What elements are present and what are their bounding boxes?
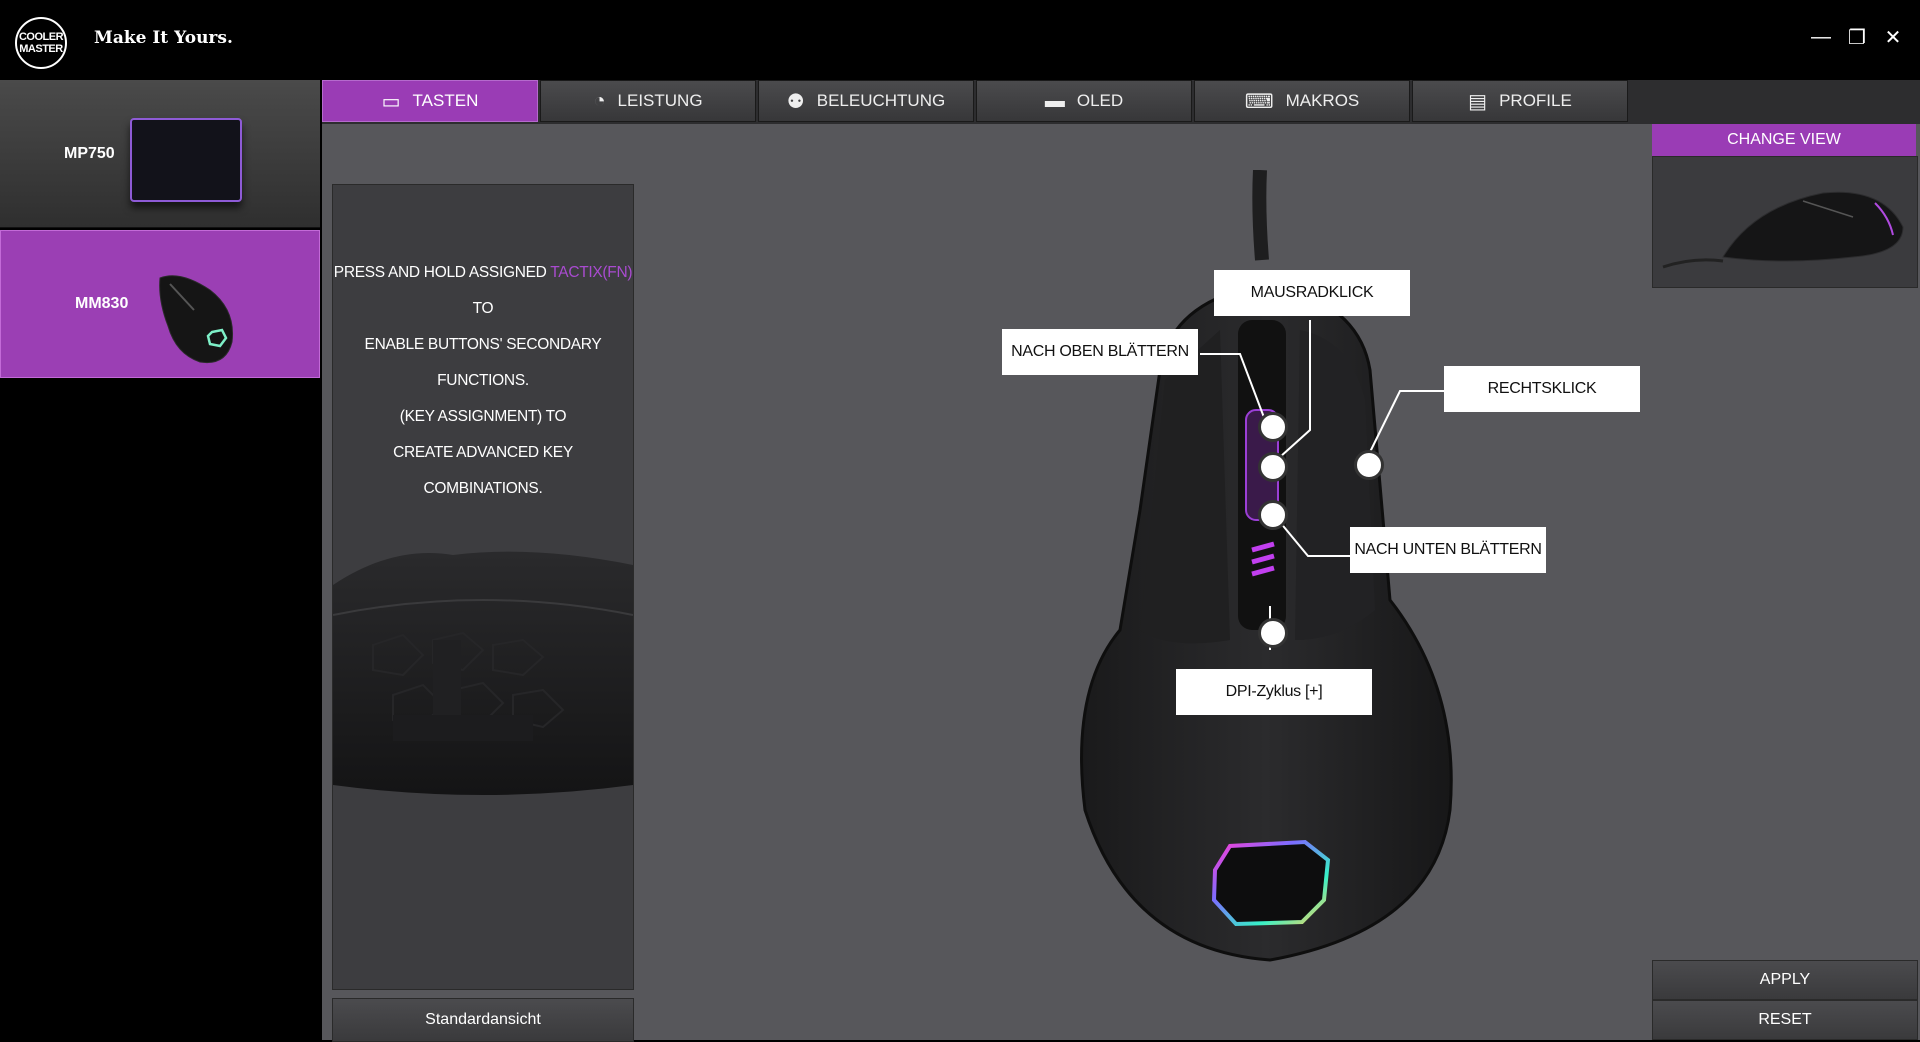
dpi-cycle-label[interactable]: DPI-Zyklus [+] [1176, 669, 1372, 715]
mouse-side-image [333, 551, 633, 795]
tab-leistung[interactable]: ◔ LEISTUNG [540, 80, 756, 122]
mouse-icon: ▭ [381, 90, 401, 113]
title-bar [0, 0, 1920, 80]
wheel-click-hotspot[interactable] [1258, 452, 1288, 482]
tab-label: BELEUCHTUNG [816, 91, 946, 110]
scroll-down-label[interactable]: NACH UNTEN BLÄTTERN [1350, 527, 1546, 573]
bulb-icon: ⚉ [786, 90, 805, 113]
tab-profile[interactable]: ▤ PROFILE [1412, 80, 1628, 122]
restore-button[interactable]: ❐ [1842, 22, 1872, 52]
gauge-icon: ◔ [593, 89, 606, 112]
tab-label: LEISTUNG [617, 91, 703, 110]
apply-button[interactable]: APPLY [1652, 960, 1918, 1000]
info-text: PRESS AND HOLD ASSIGNED TACTIX(FN) TO EN… [333, 255, 633, 507]
tab-tasten[interactable]: ▭ TASTEN [322, 80, 538, 122]
tab-label: PROFILE [1499, 91, 1572, 110]
tab-label: OLED [1076, 91, 1124, 110]
tab-oled[interactable]: ▬ OLED [976, 80, 1192, 122]
info-line-3: (KEY ASSIGNMENT) TO [399, 408, 567, 425]
scroll-up-label[interactable]: NACH OBEN BLÄTTERN [1002, 329, 1198, 375]
logo-line-2: MASTER [19, 43, 63, 55]
tactix-highlight: TACTIX(FN) [550, 264, 633, 281]
app-tagline: Make It Yours. [94, 28, 233, 48]
cooler-master-logo: COOLER MASTER [15, 17, 67, 69]
minimize-icon: — [1811, 25, 1831, 48]
minimize-button[interactable]: — [1806, 22, 1836, 52]
scroll-up-hotspot[interactable] [1258, 412, 1288, 442]
tab-label: MAKROS [1285, 91, 1360, 110]
default-view-button[interactable]: Standardansicht [332, 998, 634, 1042]
right-click-label[interactable]: RECHTSKLICK [1444, 366, 1640, 412]
info-line-4: CREATE ADVANCED KEY COMBINATIONS. [393, 444, 573, 497]
reset-button[interactable]: RESET [1652, 1000, 1918, 1040]
tab-beleuchtung[interactable]: ⚉ BELEUCHTUNG [758, 80, 974, 122]
tab-bar: ▭ TASTEN ◔ LEISTUNG ⚉ BELEUCHTUNG ▬ OLED… [322, 80, 1920, 124]
close-button[interactable]: ✕ [1878, 22, 1908, 52]
view-thumbnail[interactable] [1652, 156, 1918, 288]
device-sidebar: MP750 MM830 [0, 80, 320, 1040]
device-label: MP750 [64, 144, 115, 162]
tab-makros[interactable]: ⌨ MAKROS [1194, 80, 1410, 122]
info-line-1: PRESS AND HOLD ASSIGNED TACTIX(FN) TO [333, 264, 633, 317]
mouse-side-thumbnail [1662, 191, 1904, 269]
logo-line-1: COOLER [18, 31, 64, 43]
oled-icon: ▬ [1044, 89, 1065, 112]
mouse-thumbnail-image [159, 275, 234, 364]
mousepad-image [130, 118, 242, 202]
macro-icon: ⌨ [1244, 90, 1274, 113]
right-click-hotspot[interactable] [1354, 450, 1384, 480]
info-line-2: ENABLE BUTTONS' SECONDARY FUNCTIONS. [364, 336, 602, 389]
close-icon: ✕ [1884, 26, 1902, 49]
wheel-click-label[interactable]: MAUSRADKLICK [1214, 270, 1410, 316]
profile-icon: ▤ [1468, 90, 1488, 113]
tab-label: TASTEN [412, 91, 479, 110]
scroll-down-hotspot[interactable] [1258, 500, 1288, 530]
dpi-cycle-hotspot[interactable] [1258, 618, 1288, 648]
info-panel: PRESS AND HOLD ASSIGNED TACTIX(FN) TO EN… [332, 184, 634, 990]
device-label: MM830 [75, 295, 129, 312]
restore-icon: ❐ [1848, 26, 1866, 49]
change-view-header[interactable]: CHANGE VIEW [1652, 124, 1916, 156]
